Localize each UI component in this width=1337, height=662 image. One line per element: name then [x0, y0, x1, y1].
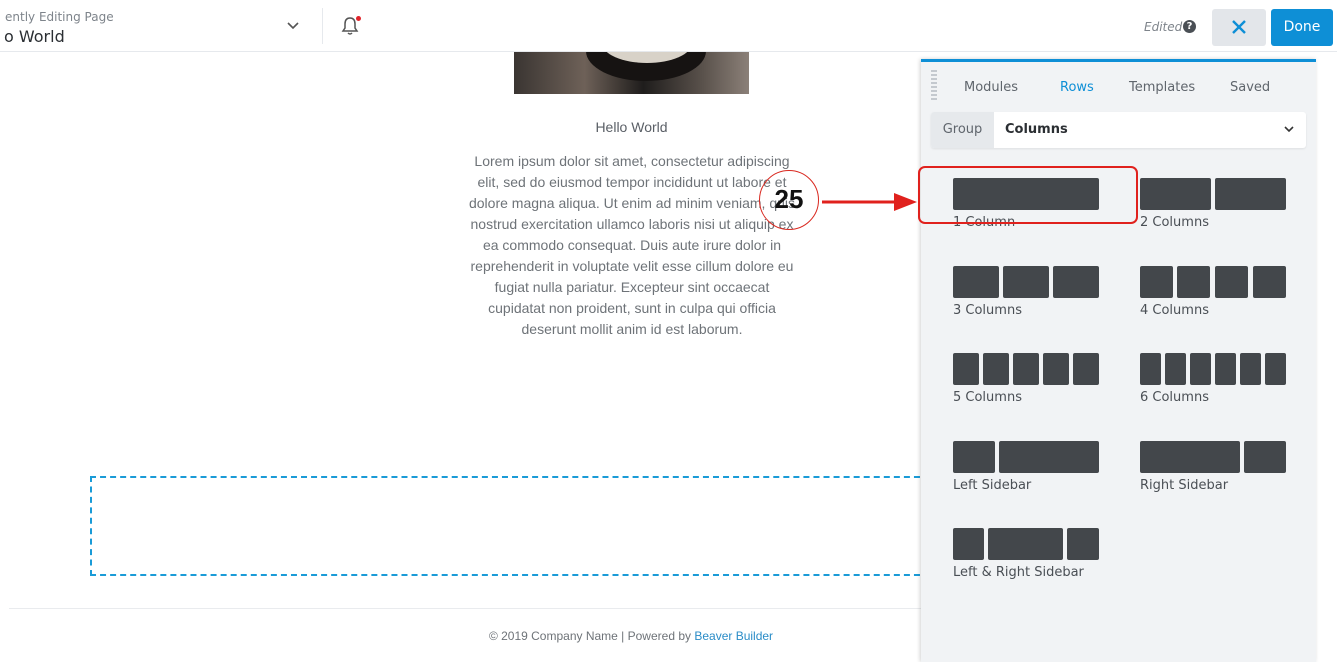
- footer-link[interactable]: Beaver Builder: [694, 629, 773, 643]
- layout-label: 4 Columns: [1140, 303, 1209, 318]
- group-label: Group: [931, 112, 994, 148]
- group-select[interactable]: Group Columns: [931, 112, 1306, 148]
- top-bar: ently Editing Page o World Edited ? Done: [0, 0, 1337, 52]
- layout-6-columns[interactable]: 6 Columns: [1140, 353, 1286, 405]
- layout-label: 2 Columns: [1140, 215, 1209, 230]
- group-value: Columns: [1005, 122, 1068, 137]
- layout-label: Left & Right Sidebar: [953, 565, 1084, 580]
- edited-status: Edited: [1144, 20, 1183, 34]
- layout-label: 6 Columns: [1140, 390, 1209, 405]
- chevron-down-icon[interactable]: [285, 18, 301, 34]
- hero-image: [514, 51, 749, 94]
- layout-label: Left Sidebar: [953, 478, 1032, 493]
- layout-label: 5 Columns: [953, 390, 1022, 405]
- annotation-step-number: 25: [774, 184, 804, 214]
- annotation-highlight-box: [918, 166, 1138, 224]
- tab-saved[interactable]: Saved: [1230, 80, 1270, 95]
- layout-2-columns[interactable]: 2 Columns: [1140, 178, 1286, 230]
- layout-left-right-sidebar[interactable]: Left & Right Sidebar: [953, 528, 1099, 580]
- content-panel: Modules Rows Templates Saved Group Colum…: [921, 59, 1316, 662]
- help-icon[interactable]: ?: [1183, 20, 1196, 33]
- notification-dot: [356, 16, 361, 21]
- layout-left-sidebar[interactable]: Left Sidebar: [953, 441, 1099, 493]
- layout-label: Right Sidebar: [1140, 478, 1229, 493]
- page-title[interactable]: o World: [4, 27, 65, 46]
- close-button[interactable]: [1212, 9, 1266, 46]
- editing-page-subtitle: ently Editing Page: [5, 10, 114, 24]
- layout-4-columns[interactable]: 4 Columns: [1140, 266, 1286, 318]
- layout-right-sidebar[interactable]: Right Sidebar: [1140, 441, 1286, 493]
- tab-modules[interactable]: Modules: [964, 80, 1018, 95]
- layout-3-columns[interactable]: 3 Columns: [953, 266, 1099, 318]
- arrow-right-icon: [822, 193, 917, 211]
- chevron-down-icon: [1284, 126, 1294, 133]
- tab-templates[interactable]: Templates: [1129, 80, 1195, 95]
- footer-divider: [9, 608, 921, 609]
- content-heading: Hello World: [595, 119, 668, 135]
- panel-tabs: Modules Rows Templates Saved: [921, 80, 1316, 100]
- layout-5-columns[interactable]: 5 Columns: [953, 353, 1099, 405]
- close-icon: [1232, 20, 1246, 34]
- footer-text: © 2019 Company Name | Powered by: [488, 629, 695, 643]
- divider: [322, 8, 323, 44]
- done-button[interactable]: Done: [1271, 9, 1333, 46]
- content-body-text: Lorem ipsum dolor sit amet, consectetur …: [468, 153, 796, 337]
- tab-rows[interactable]: Rows: [1060, 80, 1094, 95]
- layout-label: 3 Columns: [953, 303, 1022, 318]
- row-drop-zone[interactable]: [90, 476, 930, 576]
